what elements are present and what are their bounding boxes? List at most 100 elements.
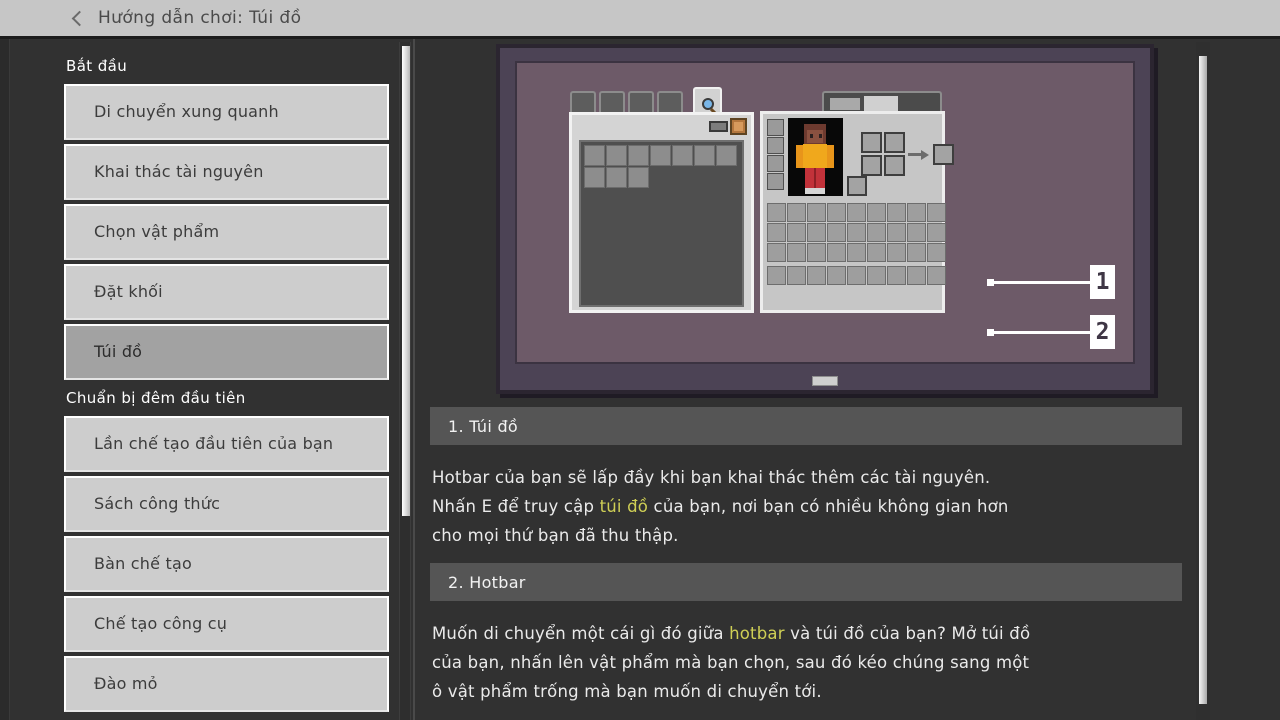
- sidebar-item-label: Khai thác tài nguyên: [94, 162, 264, 182]
- inventory-grid: [767, 203, 946, 262]
- sidebar-item-gather-resources[interactable]: Khai thác tài nguyên: [64, 144, 389, 200]
- search-field-slot: [709, 120, 728, 132]
- item-slot: [847, 203, 866, 222]
- player-boots: [805, 188, 825, 194]
- item-slot-filled: [730, 117, 747, 135]
- callout-1: 1: [987, 265, 1115, 299]
- sidebar-item-label: Đặt khối: [94, 282, 163, 302]
- item-slot: [606, 167, 627, 188]
- sidebar-item-mining[interactable]: Đào mỏ: [64, 656, 389, 712]
- item-slot: [628, 145, 649, 166]
- item-slot: [584, 167, 605, 188]
- crafting-output-slot: [933, 143, 954, 165]
- item-slot: [887, 243, 906, 262]
- offhand-slot: [847, 176, 867, 196]
- player-eye: [810, 134, 813, 138]
- item-slot: [847, 223, 866, 242]
- armor-slot: [767, 119, 784, 136]
- hotbar-slot: [927, 266, 946, 285]
- craft-arrow-icon: [908, 149, 930, 160]
- crafting-slot: [861, 155, 882, 176]
- content-scrollbar-thumb[interactable]: [1199, 56, 1207, 704]
- recipe-tab-row: [570, 91, 683, 113]
- item-slot: [787, 223, 806, 242]
- player-torso: [803, 144, 827, 168]
- highlighted-term-hotbar: hotbar: [729, 624, 785, 643]
- sidebar-scrollbar-thumb[interactable]: [402, 46, 410, 516]
- header-bar: Hướng dẫn chơi: Túi đồ: [0, 0, 1280, 39]
- search-icon: [701, 98, 714, 110]
- sidebar-item-label: Di chuyển xung quanh: [94, 102, 279, 122]
- recipe-tab: [628, 91, 654, 113]
- item-slot: [584, 145, 605, 166]
- sidebar-item-first-craft[interactable]: Lần chế tạo đầu tiên của bạn: [64, 416, 389, 472]
- item-slot: [887, 203, 906, 222]
- hotbar-grid: [767, 266, 946, 285]
- sidebar-item-recipe-book[interactable]: Sách công thức: [64, 476, 389, 532]
- recipe-slot-row-2: [584, 167, 739, 188]
- item-slot: [787, 243, 806, 262]
- sidebar-item-label: Bàn chế tạo: [94, 554, 192, 574]
- crafting-slot: [884, 155, 905, 176]
- inventory-window: [760, 91, 954, 313]
- callout-label: 1: [1090, 265, 1115, 299]
- item-slot: [767, 243, 786, 262]
- sidebar-item-move-around[interactable]: Di chuyển xung quanh: [64, 84, 389, 140]
- item-slot: [827, 203, 846, 222]
- item-slot: [927, 243, 946, 262]
- sidebar-item-select-item[interactable]: Chọn vật phẩm: [64, 204, 389, 260]
- item-slot: [887, 223, 906, 242]
- sidebar-item-label: Túi đồ: [94, 342, 143, 362]
- callout-leader-line: [994, 280, 1090, 284]
- sidebar-item-crafting-table[interactable]: Bàn chế tạo: [64, 536, 389, 592]
- pane-divider: [413, 39, 415, 720]
- item-slot: [827, 243, 846, 262]
- player-arm: [826, 145, 834, 168]
- item-slot: [907, 203, 926, 222]
- sidebar-scrollbar[interactable]: [399, 42, 411, 720]
- recipe-slot-row-1: [584, 145, 739, 166]
- sidebar-item-place-block[interactable]: Đặt khối: [64, 264, 389, 320]
- item-slot: [927, 223, 946, 242]
- armor-slot: [767, 173, 784, 190]
- player-leg-divider: [814, 168, 816, 190]
- item-slot: [716, 145, 737, 166]
- inventory-tab: [830, 98, 860, 110]
- section-2-paragraph: Muốn di chuyển một cái gì đó giữa hotbar…: [432, 619, 1032, 706]
- item-slot: [767, 223, 786, 242]
- sidebar-item-inventory[interactable]: Túi đồ: [64, 324, 389, 380]
- hotbar-slot: [867, 266, 886, 285]
- hotbar-slot: [887, 266, 906, 285]
- recipe-window: [569, 87, 754, 313]
- section-1-paragraph: Hotbar của bạn sẽ lấp đầy khi bạn khai t…: [432, 463, 1032, 550]
- item-slot: [606, 145, 627, 166]
- recipe-slot-area: [579, 140, 744, 307]
- inventory-tab-active: [864, 95, 898, 113]
- item-slot: [787, 203, 806, 222]
- hotbar-slot: [787, 266, 806, 285]
- hotbar-slot: [807, 266, 826, 285]
- sidebar-item-label: Sách công thức: [94, 494, 221, 514]
- hotbar-slot: [907, 266, 926, 285]
- sidebar-item-label: Chọn vật phẩm: [94, 222, 220, 242]
- section-header-inventory: 1. Túi đồ: [430, 407, 1182, 445]
- item-slot: [628, 167, 649, 188]
- item-slot: [807, 243, 826, 262]
- chevron-left-icon[interactable]: [70, 11, 84, 25]
- inventory-screen-illustration: 1 2: [496, 44, 1154, 394]
- sidebar-item-craft-tools[interactable]: Chế tạo công cụ: [64, 596, 389, 652]
- content-scrollbar[interactable]: [1196, 42, 1210, 720]
- item-slot: [907, 243, 926, 262]
- recipe-tab: [657, 91, 683, 113]
- sidebar-item-label: Đào mỏ: [94, 674, 158, 694]
- item-slot: [807, 223, 826, 242]
- item-slot: [767, 203, 786, 222]
- callout-leader-line: [994, 330, 1090, 334]
- armor-slot: [767, 155, 784, 172]
- section-heading-text: 1. Túi đồ: [448, 416, 519, 436]
- item-slot: [907, 223, 926, 242]
- recipe-window-topbar: [572, 115, 751, 137]
- highlighted-term-inventory: túi đồ: [599, 497, 649, 516]
- armor-slot: [767, 137, 784, 154]
- paragraph-text-part: Muốn di chuyển một cái gì đó giữa: [432, 624, 730, 643]
